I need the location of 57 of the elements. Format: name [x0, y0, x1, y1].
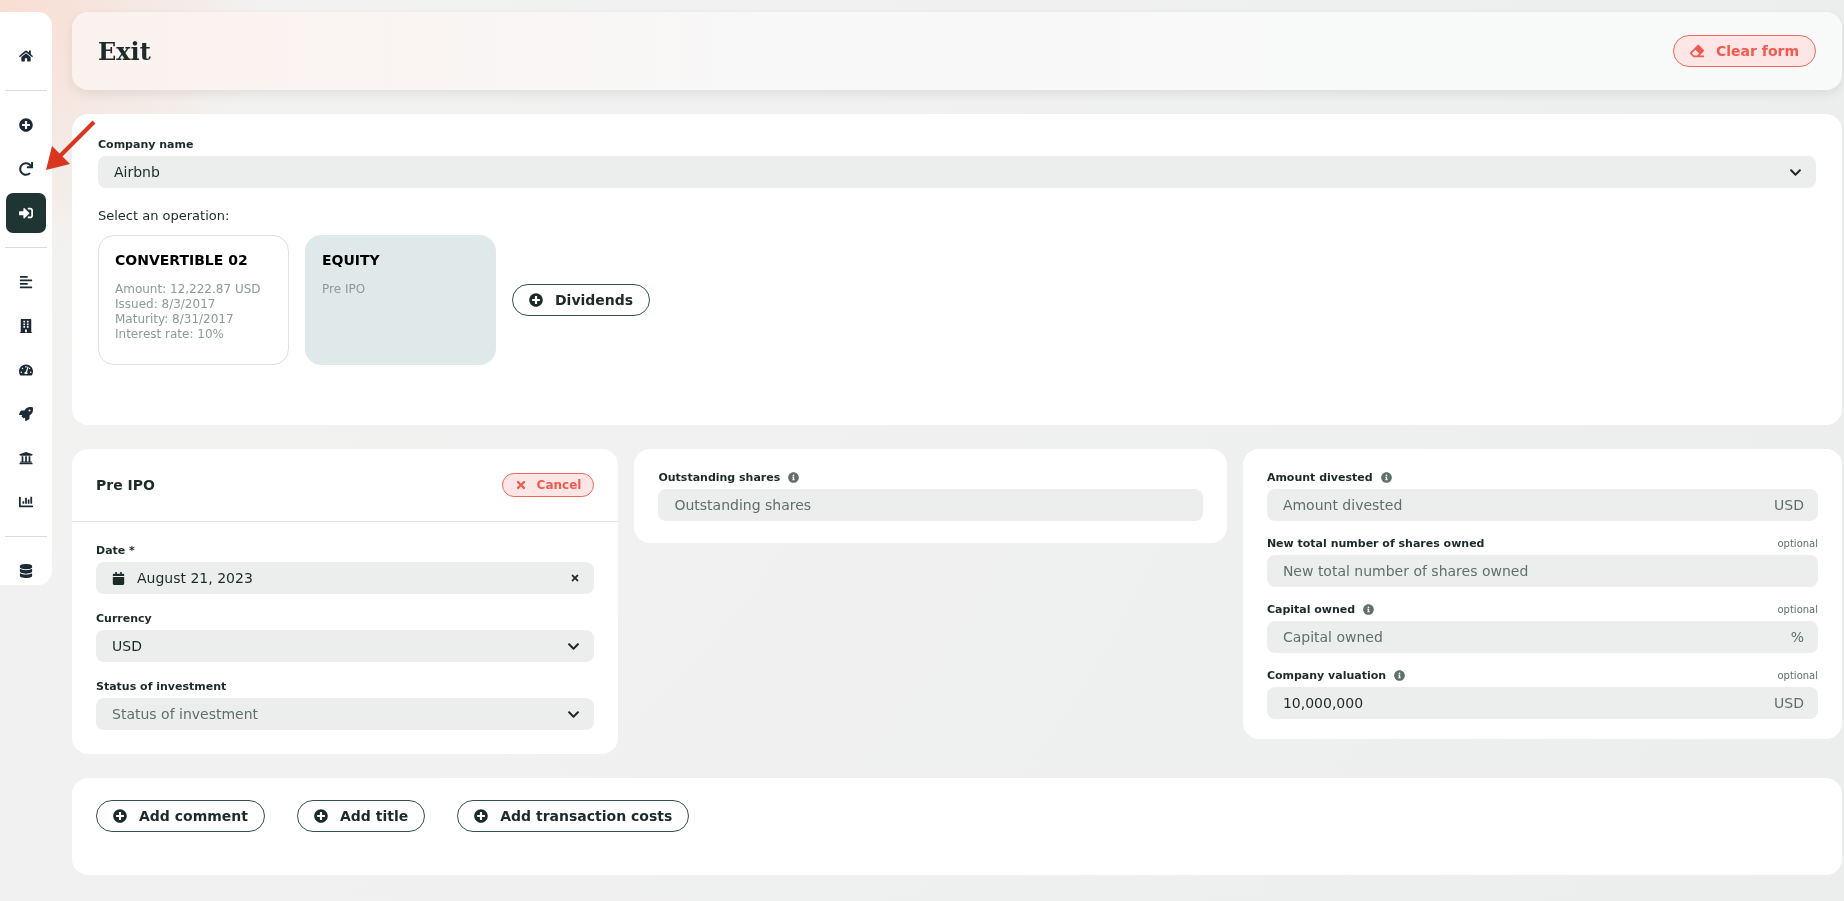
operation-detail: Amount: 12,222.87 USD	[115, 282, 261, 297]
field-label: Capital owned	[1266, 603, 1356, 616]
operation-detail: Maturity: 8/31/2017	[115, 312, 234, 327]
field-label: New total number of shares owned	[1266, 537, 1485, 550]
bank-icon	[19, 451, 33, 465]
add-button[interactable]: Add title	[297, 800, 426, 832]
operation-card[interactable]: CONVERTIBLE 02 Amount: 12,222.87 USD Issued: 8/3/2017 Maturity: 8/31/2017 Interest rate: 10%	[98, 235, 289, 365]
company-select[interactable]: Airbnb	[98, 156, 1816, 188]
info-icon[interactable]	[1363, 604, 1375, 615]
optional-hint: optional	[1777, 670, 1818, 681]
add-button[interactable]: Add comment	[96, 800, 265, 832]
field-label: Company name	[98, 138, 195, 151]
optional-hint: optional	[1777, 604, 1818, 615]
optional-hint: optional	[1777, 538, 1818, 549]
field-label: Company valuation	[1266, 669, 1387, 682]
building-icon	[19, 319, 33, 333]
operation-title: EQUITY	[322, 252, 380, 268]
close-icon	[514, 479, 527, 491]
clear-icon[interactable]	[570, 573, 581, 583]
page-title: Exit	[98, 36, 151, 66]
operation-card[interactable]: EQUITY Pre IPO	[305, 235, 496, 365]
select-field[interactable]: Status of investment	[96, 698, 595, 730]
date-field[interactable]: August 21, 2023	[96, 562, 595, 594]
calendar-icon	[112, 571, 125, 585]
field-label: Outstanding shares	[658, 471, 781, 484]
rocket-icon	[19, 407, 33, 421]
sidebar-button[interactable]	[6, 193, 46, 233]
operation-detail: Interest rate: 10%	[115, 327, 224, 342]
eraser-icon	[1690, 44, 1704, 58]
operation-prompt: Select an operation:	[98, 208, 231, 223]
input-field[interactable]: Outstanding shares	[658, 489, 1203, 521]
input-field[interactable]: 10,000,000 USD	[1266, 687, 1818, 719]
input-field[interactable]: Capital owned %	[1266, 621, 1818, 653]
input-field[interactable]: Amount divested USD	[1266, 489, 1818, 521]
annotation-arrow	[46, 120, 96, 170]
sign-in-icon	[19, 206, 33, 220]
field-label: Currency	[96, 612, 153, 625]
operation-detail: Issued: 8/3/2017	[115, 297, 216, 312]
database-icon	[19, 564, 33, 578]
field-label: Date *	[96, 544, 136, 557]
input-field[interactable]: New total number of shares owned	[1266, 555, 1818, 587]
field-label: Amount divested	[1266, 471, 1373, 484]
home-icon	[19, 49, 33, 63]
operation-detail: Pre IPO	[322, 282, 366, 297]
info-icon[interactable]	[1394, 670, 1406, 681]
redo-icon	[19, 162, 33, 176]
align-left-icon	[19, 275, 33, 289]
field-label: Status of investment	[96, 680, 228, 693]
info-icon[interactable]	[1380, 472, 1392, 483]
info-icon[interactable]	[788, 472, 800, 483]
bar-chart-icon	[19, 495, 33, 509]
dividends-button[interactable]: Dividends	[512, 284, 651, 316]
gauge-icon	[19, 363, 33, 377]
panel-title: Pre IPO	[96, 477, 155, 493]
operation-title: CONVERTIBLE 02	[115, 252, 248, 268]
add-button[interactable]: Add transaction costs	[457, 800, 690, 832]
select-field[interactable]: USD	[96, 630, 595, 662]
